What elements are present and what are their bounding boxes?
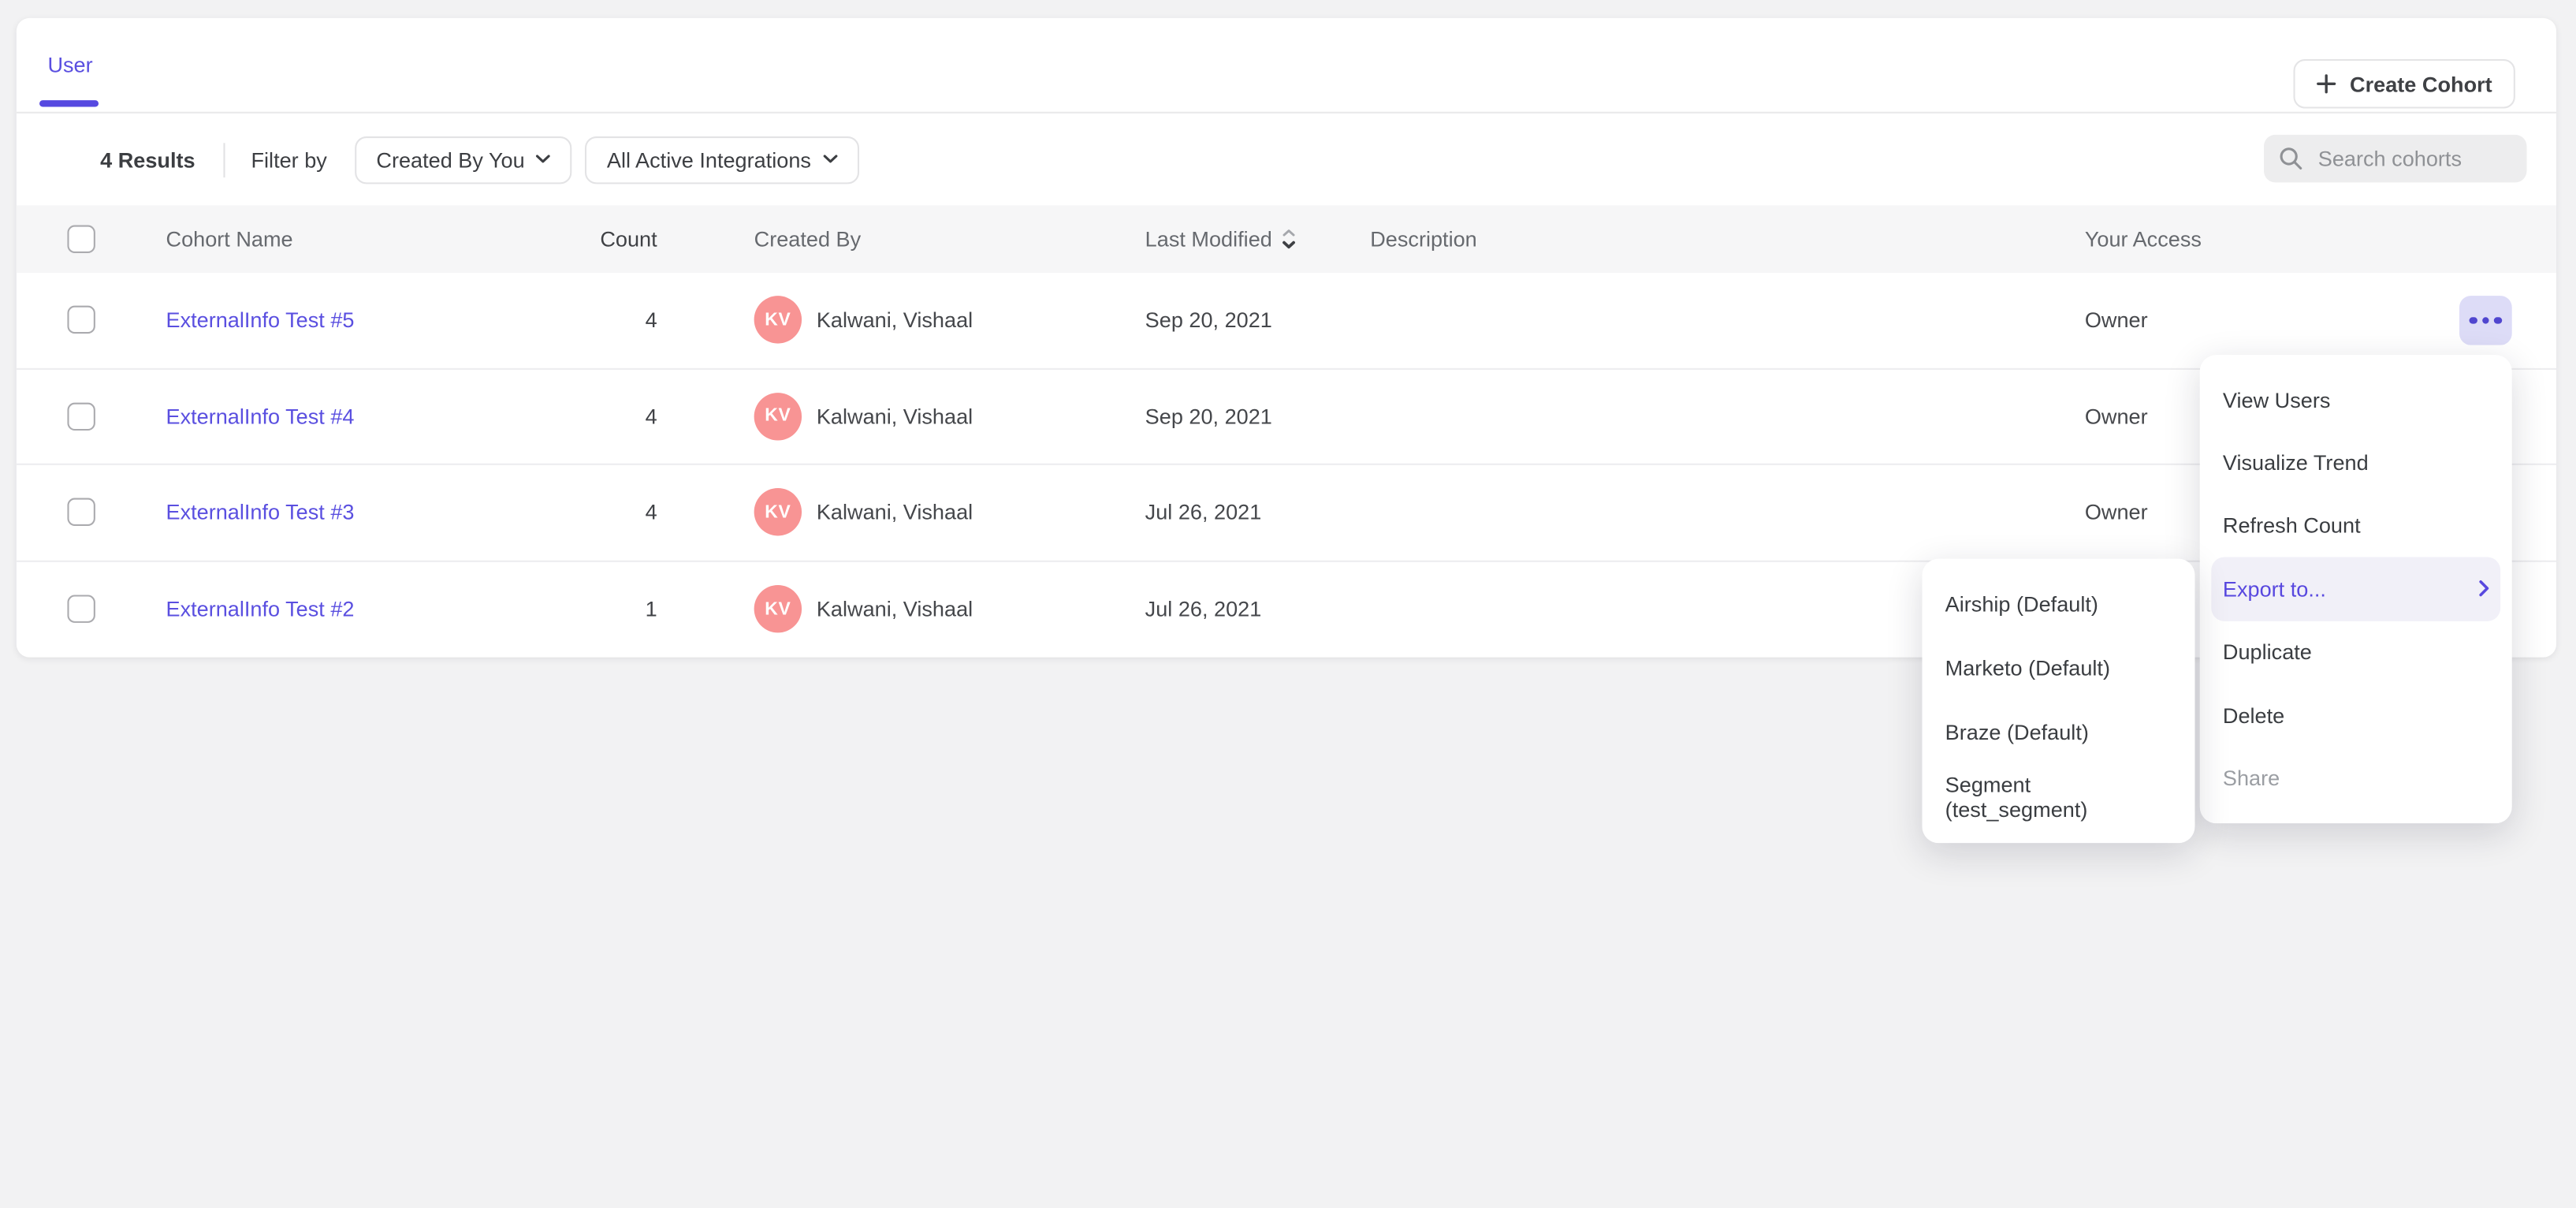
col-count: Count (521, 227, 657, 252)
search-box[interactable] (2264, 135, 2526, 182)
col-created-by: Created By (754, 227, 1145, 252)
search-input[interactable] (2315, 144, 2512, 172)
last-modified: Sep 20, 2021 (1145, 308, 1371, 332)
last-modified: Sep 20, 2021 (1145, 404, 1371, 428)
menu-item-view-users[interactable]: View Users (2200, 368, 2512, 431)
col-cohort-name: Cohort Name (166, 227, 521, 252)
cohort-link[interactable]: ExternalInfo Test #3 (166, 500, 355, 524)
cohort-count: 4 (521, 500, 657, 524)
export-submenu: Airship (Default) Marketo (Default) Braz… (1922, 559, 2194, 844)
sort-icon (1282, 229, 1297, 250)
col-last-modified[interactable]: Last Modified (1145, 227, 1371, 252)
menu-item-refresh-count[interactable]: Refresh Count (2200, 494, 2512, 557)
row-checkbox[interactable] (67, 498, 95, 526)
chevron-down-icon (823, 155, 838, 165)
search-icon (2279, 146, 2303, 170)
table-row: ExternalInfo Test #4 4 KV Kalwani, Visha… (17, 369, 2556, 465)
created-by-filter[interactable]: Created By You (355, 136, 572, 183)
creator-name: Kalwani, Vishaal (817, 404, 973, 428)
active-tab-indicator (39, 100, 99, 106)
plus-icon (2317, 74, 2336, 94)
chevron-down-icon (536, 155, 551, 165)
table-header: Cohort Name Count Created By Last Modifi… (17, 206, 2556, 273)
table-row: ExternalInfo Test #3 4 KV Kalwani, Visha… (17, 465, 2556, 561)
menu-item-share: Share (2200, 747, 2512, 810)
submenu-item-segment[interactable]: Segment (test_segment) (1922, 765, 2194, 830)
creator-name: Kalwani, Vishaal (817, 597, 973, 621)
row-context-menu: View Users Visualize Trend Refresh Count… (2200, 355, 2512, 823)
col-your-access: Your Access (2085, 227, 2556, 252)
cohort-count: 4 (521, 308, 657, 332)
menu-item-export-to[interactable]: Export to... (2211, 557, 2500, 621)
table-row: ExternalInfo Test #5 4 KV Kalwani, Visha… (17, 273, 2556, 369)
avatar: KV (754, 489, 802, 536)
cohort-link[interactable]: ExternalInfo Test #2 (166, 597, 355, 621)
select-all-checkbox[interactable] (67, 226, 95, 253)
creator-name: Kalwani, Vishaal (817, 308, 973, 332)
submenu-item-braze[interactable]: Braze (Default) (1922, 701, 2194, 766)
menu-item-export-label: Export to... (2223, 576, 2326, 601)
menu-item-visualize-trend[interactable]: Visualize Trend (2200, 431, 2512, 494)
row-overflow-button[interactable] (2459, 296, 2512, 345)
integrations-filter-label: All Active Integrations (607, 147, 811, 172)
integrations-filter[interactable]: All Active Integrations (586, 136, 859, 183)
col-description: Description (1370, 227, 2085, 252)
avatar: KV (754, 393, 802, 440)
menu-item-delete[interactable]: Delete (2200, 684, 2512, 747)
avatar: KV (754, 585, 802, 632)
submenu-item-marketo[interactable]: Marketo (Default) (1922, 636, 2194, 701)
tab-user-label: User (47, 53, 92, 77)
toolbar-divider (223, 142, 225, 177)
create-cohort-button[interactable]: Create Cohort (2294, 59, 2515, 109)
cohort-link[interactable]: ExternalInfo Test #5 (166, 308, 355, 332)
tab-user[interactable]: User (39, 18, 101, 112)
row-checkbox[interactable] (67, 402, 95, 430)
row-checkbox[interactable] (67, 595, 95, 623)
cohort-count: 4 (521, 404, 657, 428)
results-count: 4 Results (100, 147, 195, 172)
cohort-link[interactable]: ExternalInfo Test #4 (166, 404, 355, 428)
toolbar: 4 Results Filter by Created By You All A… (17, 114, 2556, 206)
cohort-count: 1 (521, 597, 657, 621)
submenu-item-airship[interactable]: Airship (Default) (1922, 572, 2194, 636)
chevron-right-icon (2479, 580, 2489, 597)
menu-item-duplicate[interactable]: Duplicate (2200, 621, 2512, 684)
page: User Create Cohort 4 Results Filter by C… (0, 0, 2576, 1208)
col-last-modified-label: Last Modified (1145, 227, 1272, 252)
last-modified: Jul 26, 2021 (1145, 500, 1371, 524)
tab-bar: User Create Cohort (17, 18, 2556, 114)
last-modified: Jul 26, 2021 (1145, 597, 1371, 621)
avatar: KV (754, 296, 802, 344)
filter-by-label: Filter by (251, 147, 326, 172)
creator-name: Kalwani, Vishaal (817, 500, 973, 524)
created-by-filter-label: Created By You (376, 147, 524, 172)
create-cohort-label: Create Cohort (2350, 72, 2492, 96)
row-checkbox[interactable] (67, 306, 95, 334)
